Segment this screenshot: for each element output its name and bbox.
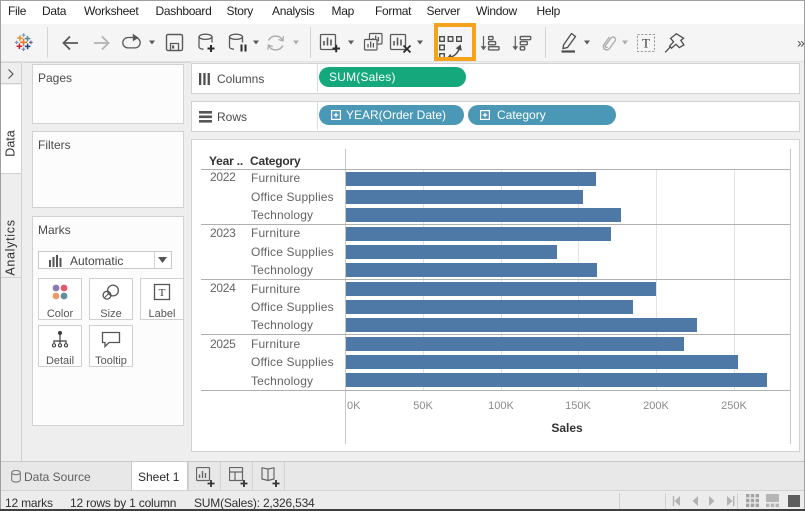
svg-text:T: T bbox=[159, 287, 166, 299]
svg-text:T: T bbox=[642, 36, 650, 51]
